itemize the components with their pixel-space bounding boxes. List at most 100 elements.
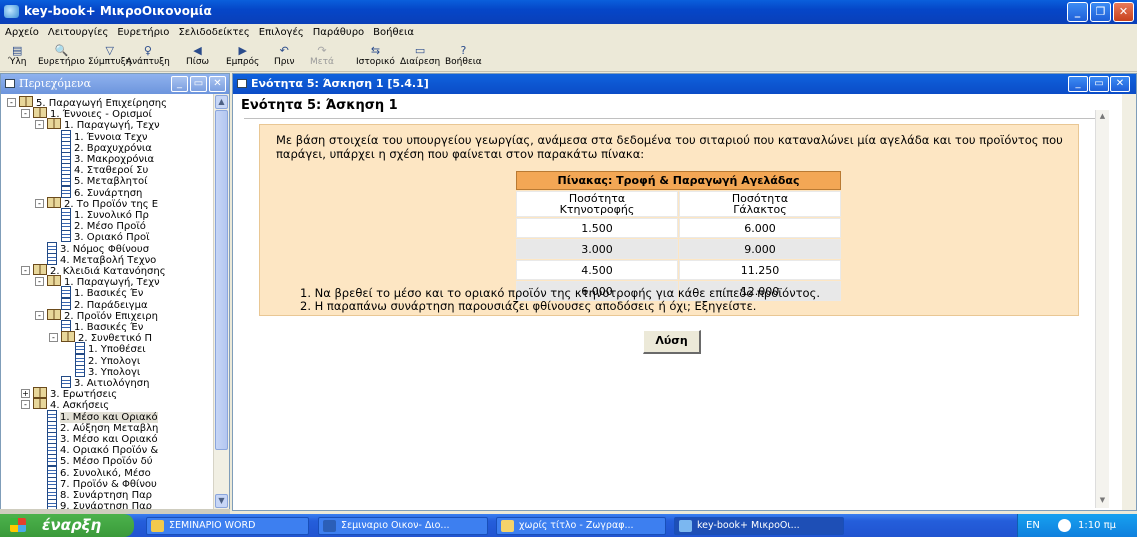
page-icon — [47, 454, 57, 467]
toolbar-button[interactable]: ▭ Διαίρεση — [400, 44, 440, 67]
taskbar-label: Σεμιναριο Οικον- Διο... — [341, 520, 450, 531]
toolbar-label: Διαίρεση — [400, 57, 441, 67]
taskbar-button[interactable]: Σεμιναριο Οικον- Διο... — [318, 517, 488, 535]
content-scrollbar[interactable] — [1122, 94, 1136, 510]
restore-button[interactable]: ❐ — [1090, 2, 1111, 22]
taskbar-label: ΣΕΜΙΝΑΡΙΟ WORD — [169, 520, 256, 531]
minimize-button[interactable]: _ — [1067, 2, 1088, 22]
pane-close-button[interactable]: ✕ — [209, 76, 226, 92]
table-row: 4.500 11.250 — [516, 260, 841, 280]
history-icon: ⇆ — [370, 44, 381, 57]
collapse-toggle-icon[interactable]: - — [21, 400, 30, 410]
content-close-button[interactable]: ✕ — [1110, 76, 1130, 92]
menu-item[interactable]: Βοήθεια — [368, 24, 418, 38]
toolbar-button[interactable]: ♀ Ανάπτυξη — [126, 44, 170, 67]
page-icon — [61, 185, 71, 198]
page-icon — [47, 420, 57, 433]
scroll-thumb[interactable] — [215, 110, 228, 450]
taskbar-button[interactable]: ΣΕΜΙΝΑΡΙΟ WORD — [146, 517, 309, 535]
contents-pane-header: Περιεχόμενα _ ▭ ✕ — [1, 74, 229, 94]
page-icon — [61, 320, 71, 332]
taskbar-label: χωρίς τίτλο - Ζωγραφ... — [519, 520, 634, 531]
table-caption: Πίνακας: Τροφή & Παραγωγή Αγελάδας — [516, 171, 841, 190]
toolbar-button[interactable]: ▤ Ύλη — [8, 44, 26, 67]
page-icon — [61, 286, 71, 299]
tree-scrollbar[interactable]: ▲ ▼ — [213, 94, 229, 510]
page-icon — [47, 252, 57, 265]
forward-icon: ▶ — [238, 44, 247, 57]
toolbar-button[interactable]: ◀ Πίσω — [186, 44, 209, 67]
pane-minimize-button[interactable]: _ — [171, 76, 188, 92]
content-restore-button[interactable]: ▭ — [1089, 76, 1109, 92]
scroll-down-arrow-icon[interactable]: ▼ — [1096, 494, 1109, 506]
collapse-toggle-icon[interactable]: - — [35, 198, 44, 208]
app-icon — [151, 520, 164, 532]
solution-button[interactable]: Λύση — [643, 330, 701, 354]
toolbar-label: Σύμπτυξη — [88, 57, 132, 67]
window-title: key-book+ ΜικροΟικονομία — [24, 4, 212, 18]
close-button[interactable]: ✕ — [1113, 2, 1134, 22]
exercise-scrollbar[interactable]: ▲ ▼ — [1095, 110, 1109, 508]
page-icon — [75, 353, 85, 366]
contents-pane: Περιεχόμενα _ ▭ ✕ -5. Παραγωγή Επιχείρησ… — [0, 73, 230, 511]
collapse-toggle-icon[interactable]: - — [35, 277, 44, 287]
toolbar-button[interactable]: ▽ Σύμπτυξη — [88, 44, 131, 67]
page-icon — [61, 208, 71, 220]
collapse-toggle-icon[interactable]: - — [49, 333, 58, 343]
page-icon — [75, 364, 85, 377]
page-icon — [61, 376, 71, 388]
exercise-box: Με βάση στοιχεία του υπουργείου γεωργίας… — [259, 124, 1079, 316]
collapse-toggle-icon[interactable]: - — [21, 266, 30, 275]
collapse-toggle-icon[interactable]: - — [7, 98, 16, 107]
title-bar: key-book+ ΜικροΟικονομία _ ❐ ✕ — [0, 0, 1137, 24]
page-icon — [47, 241, 57, 254]
page-icon — [75, 342, 85, 355]
toolbar-button[interactable]: ⇆ Ιστορικό — [356, 44, 395, 67]
collapse-toggle-icon[interactable]: - — [35, 310, 44, 320]
menu-item[interactable]: Ευρετήριο — [112, 24, 173, 38]
scroll-up-arrow-icon[interactable]: ▲ — [215, 95, 228, 109]
menu-item[interactable]: Σελιδοδείκτες — [173, 24, 253, 38]
pane-restore-button[interactable]: ▭ — [190, 76, 207, 92]
collapse-toggle-icon[interactable]: - — [21, 109, 30, 119]
volume-icon[interactable] — [1058, 519, 1071, 532]
help-icon: ? — [460, 44, 467, 57]
taskbar: έναρξη ΣΕΜΙΝΑΡΙΟ WORD Σεμιναριο Οικον- Δι… — [0, 514, 1137, 537]
toolbar: ▤ Ύλη 🔍 Ευρετήριο ▽ Σύμπτυξη ♀ Ανάπτυξη ◀ Πίσω ▶ Εμ… — [0, 42, 1137, 72]
menu-item[interactable]: Αρχείο — [0, 24, 43, 38]
app-icon — [323, 520, 336, 532]
taskbar-label: key-book+ ΜικροΟι... — [697, 520, 800, 531]
content-pane-title: Ενότητα 5: Άσκηση 1 [5.4.1] — [251, 77, 429, 90]
toolbar-label: Εμπρός — [226, 57, 260, 67]
expand-icon: ♀ — [143, 44, 152, 57]
toolbar-button[interactable]: 🔍 Ευρετήριο — [38, 44, 85, 67]
toolbar-label: Πριν — [274, 57, 295, 67]
collapse-toggle-icon[interactable]: - — [35, 120, 44, 130]
taskbar-button[interactable]: χωρίς τίτλο - Ζωγραφ... — [496, 517, 666, 535]
page-icon — [61, 219, 71, 232]
scroll-down-arrow-icon[interactable]: ▼ — [215, 494, 228, 508]
question-list: 1. Να βρεθεί το μέσο και το οριακό προϊό… — [300, 287, 820, 313]
language-indicator[interactable]: EN — [1026, 514, 1040, 537]
page-icon — [47, 488, 57, 500]
menu-item[interactable]: Επιλογές — [254, 24, 308, 38]
content-minimize-button[interactable]: _ — [1068, 76, 1088, 92]
page-icon — [61, 129, 71, 142]
content-pane-header: Ενότητα 5: Άσκηση 1 [5.4.1] _ ▭ ✕ — [233, 74, 1136, 94]
question-2: 2. Η παραπάνω συνάρτηση παρουσιάζει φθίν… — [300, 299, 757, 313]
contents-pane-title: Περιεχόμενα — [19, 77, 92, 90]
start-label: έναρξη — [42, 516, 102, 534]
toolbar-button[interactable]: ▶ Εμπρός — [226, 44, 259, 67]
start-button[interactable]: έναρξη — [0, 514, 134, 537]
expand-toggle-icon[interactable]: + — [21, 389, 30, 399]
toolbar-button[interactable]: ↶ Πριν — [274, 44, 295, 67]
toolbar-button[interactable]: ↷ Μετά — [310, 44, 334, 67]
toolbar-button[interactable]: ? Βοήθεια — [445, 44, 482, 67]
menu-item[interactable]: Λειτουργίες — [43, 24, 112, 38]
search-icon: 🔍 — [54, 44, 69, 57]
toolbar-label: Ιστορικό — [356, 57, 395, 67]
scroll-up-arrow-icon[interactable]: ▲ — [1096, 110, 1109, 122]
taskbar-button[interactable]: key-book+ ΜικροΟι... — [674, 517, 844, 535]
page-icon — [47, 476, 57, 489]
menu-item[interactable]: Παράθυρο — [308, 24, 368, 38]
